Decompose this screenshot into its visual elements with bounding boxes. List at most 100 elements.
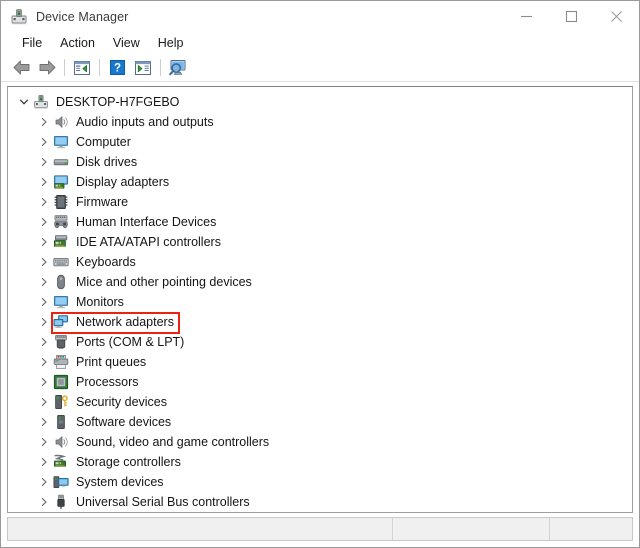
chevron-right-icon[interactable] xyxy=(36,272,52,292)
chevron-right-icon[interactable] xyxy=(36,392,52,412)
forward-button[interactable] xyxy=(34,56,60,79)
tree-item-label: Print queues xyxy=(76,355,147,369)
chevron-right-icon[interactable] xyxy=(36,292,52,312)
tree-item-software-devices[interactable]: Software devices xyxy=(8,412,632,432)
tree-item-human-interface-devices[interactable]: Human Interface Devices xyxy=(8,212,632,232)
svg-text:?: ? xyxy=(113,63,120,75)
monitor-icon xyxy=(53,295,69,309)
device-tree-panel[interactable]: DESKTOP-H7FGEBO Audio inputs and outputs xyxy=(7,86,633,513)
forward-arrow-icon xyxy=(39,60,55,75)
scan-for-hardware-changes-button[interactable] xyxy=(165,56,191,79)
tree-item-ide-ata-atapi-controllers[interactable]: IDE ATA/ATAPI controllers xyxy=(8,232,632,252)
maximize-button[interactable] xyxy=(549,1,594,32)
help-button[interactable]: ? xyxy=(104,56,130,79)
chevron-right-icon[interactable] xyxy=(36,232,52,252)
toolbar-separator xyxy=(64,59,65,76)
tree-item-label: Firmware xyxy=(76,195,129,209)
back-arrow-icon xyxy=(13,60,29,75)
chevron-right-icon[interactable] xyxy=(36,492,52,512)
chevron-right-icon[interactable] xyxy=(36,172,52,192)
window-controls xyxy=(504,1,639,32)
speaker-icon xyxy=(55,436,68,448)
tree-item-label: Network adapters xyxy=(76,315,174,329)
window-title: Device Manager xyxy=(36,9,129,24)
tree-root-label: DESKTOP-H7FGEBO xyxy=(56,95,180,109)
tree-item-print-queues[interactable]: Print queues xyxy=(8,352,632,372)
tree-item-sound-video-and-game-controllers[interactable]: Sound, video and game controllers xyxy=(8,432,632,452)
tree-item-processors[interactable]: Processors xyxy=(8,372,632,392)
minimize-icon xyxy=(521,15,532,18)
tree-item-system-devices[interactable]: System devices xyxy=(8,472,632,492)
tree-item-keyboards[interactable]: Keyboards xyxy=(8,252,632,272)
tree-root-item[interactable]: DESKTOP-H7FGEBO xyxy=(8,92,632,112)
chevron-right-icon[interactable] xyxy=(36,432,52,452)
status-pane-1 xyxy=(8,518,393,540)
menu-item-view[interactable]: View xyxy=(104,32,149,54)
chevron-right-icon[interactable] xyxy=(36,472,52,492)
chevron-right-icon[interactable] xyxy=(36,372,52,392)
device-manager-icon xyxy=(11,8,27,24)
tree-item-mice-and-other-pointing-devices[interactable]: Mice and other pointing devices xyxy=(8,272,632,292)
menu-item-file[interactable]: File xyxy=(13,32,51,54)
tree-item-audio-inputs-and-outputs[interactable]: Audio inputs and outputs xyxy=(8,112,632,132)
maximize-icon xyxy=(565,10,578,23)
processor-chip-icon xyxy=(53,374,69,390)
help-icon: ? xyxy=(109,60,125,75)
storage-controller-icon xyxy=(53,454,67,467)
tree-item-security-devices[interactable]: Security devices xyxy=(8,392,632,412)
tree-item-computer[interactable]: Computer xyxy=(8,132,632,152)
chevron-right-icon[interactable] xyxy=(36,112,52,132)
tree-item-network-adapters[interactable]: Network adapters xyxy=(8,312,632,332)
tree-item-label: Disk drives xyxy=(76,155,138,169)
chevron-right-icon[interactable] xyxy=(36,412,52,432)
gamepad-icon xyxy=(54,215,68,229)
chevron-right-icon[interactable] xyxy=(36,192,52,212)
tree-item-label: Ports (COM & LPT) xyxy=(76,335,185,349)
properties-button[interactable] xyxy=(130,56,156,79)
close-button[interactable] xyxy=(594,1,639,32)
tree-item-firmware[interactable]: Firmware xyxy=(8,192,632,212)
tree-item-label: Storage controllers xyxy=(76,455,181,469)
tree-item-label: Monitors xyxy=(76,295,124,309)
show-hide-console-tree-icon xyxy=(74,60,90,75)
tree-item-label: Mice and other pointing devices xyxy=(76,275,252,289)
chevron-right-icon[interactable] xyxy=(36,152,52,172)
chevron-right-icon[interactable] xyxy=(36,212,52,232)
tree-item-label: Display adapters xyxy=(76,175,170,189)
keyboard-icon xyxy=(53,257,69,267)
tree-item-label: Universal Serial Bus controllers xyxy=(76,495,250,509)
tree-item-label: Sound, video and game controllers xyxy=(76,435,270,449)
speaker-icon xyxy=(55,116,68,128)
chevron-right-icon[interactable] xyxy=(36,332,52,352)
scan-for-hardware-changes-icon xyxy=(169,60,186,76)
minimize-button[interactable] xyxy=(504,1,549,32)
tree-item-display-adapters[interactable]: Display adapters xyxy=(8,172,632,192)
tree-item-storage-controllers[interactable]: Storage controllers xyxy=(8,452,632,472)
tree-item-disk-drives[interactable]: Disk drives xyxy=(8,152,632,172)
chevron-right-icon[interactable] xyxy=(36,352,52,372)
display-adapter-icon xyxy=(53,175,69,189)
status-bar xyxy=(7,517,633,541)
chevron-right-icon[interactable] xyxy=(36,132,52,152)
network-adapter-icon xyxy=(53,315,68,328)
chevron-right-icon[interactable] xyxy=(36,252,52,272)
security-key-icon xyxy=(55,394,68,409)
tree-item-monitors[interactable]: Monitors xyxy=(8,292,632,312)
chevron-right-icon[interactable] xyxy=(36,312,52,332)
tree-item-label: Computer xyxy=(76,135,131,149)
mouse-icon xyxy=(57,274,65,290)
menu-item-action[interactable]: Action xyxy=(51,32,104,54)
tree-item-label: Keyboards xyxy=(76,255,136,269)
chevron-right-icon[interactable] xyxy=(36,452,52,472)
disk-drive-icon xyxy=(53,159,69,166)
menu-bar: File Action View Help xyxy=(1,32,639,54)
title-bar: Device Manager xyxy=(1,1,639,32)
show-hide-console-tree-button[interactable] xyxy=(69,56,95,79)
tree-item-universal-serial-bus-controllers[interactable]: Universal Serial Bus controllers xyxy=(8,492,632,512)
chevron-down-icon[interactable] xyxy=(16,92,32,112)
tree-item-ports-com-lpt[interactable]: Ports (COM & LPT) xyxy=(8,332,632,352)
menu-item-help[interactable]: Help xyxy=(149,32,193,54)
back-button[interactable] xyxy=(8,56,34,79)
tree-item-label: Processors xyxy=(76,375,139,389)
status-pane-3 xyxy=(550,518,632,540)
